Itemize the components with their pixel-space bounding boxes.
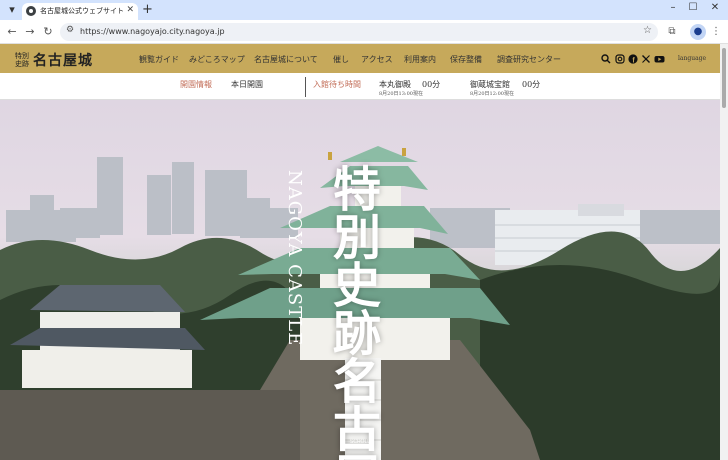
wait-time-label[interactable]: 入館待ち時間 xyxy=(313,79,361,90)
site-header: 特別史跡 名古屋城 観覧ガイド みどころマップ 名古屋城について 催し アクセス… xyxy=(0,44,720,73)
site-logo[interactable]: 名古屋城 xyxy=(33,50,93,70)
globe-icon xyxy=(26,6,36,16)
new-tab-icon[interactable]: + xyxy=(142,2,153,17)
divider xyxy=(305,77,306,97)
browser-menu-icon[interactable]: ⋮ xyxy=(708,24,724,40)
extensions-icon[interactable]: ⧉ xyxy=(664,24,680,40)
search-icon[interactable] xyxy=(601,54,611,64)
info-bar: 開園情報 本日開園 入館待ち時間 本丸御殿 00分 8月20日13:00現在 御… xyxy=(0,73,720,100)
opening-status: 本日開園 xyxy=(231,80,263,89)
browser-toolbar: ← → ↻ ⚙ https://www.nagoyajo.city.nagoya… xyxy=(0,20,728,44)
reload-icon[interactable]: ↻ xyxy=(40,24,56,40)
hero-castle-image: NAGOYA CASTLE 特別史跡名古屋城 SCROLL xyxy=(0,100,720,460)
instagram-icon[interactable] xyxy=(615,54,625,64)
youtube-icon[interactable] xyxy=(654,54,665,64)
menu-item-events[interactable]: 催し xyxy=(333,54,349,65)
wait-updated-time: 8月20日12:00現在 xyxy=(470,91,514,97)
bookmark-star-icon[interactable]: ☆ xyxy=(643,25,652,36)
browser-tab-strip: ▾ 名古屋城公式ウェブサイト ✕ + – ☐ ✕ xyxy=(0,0,728,20)
scroll-indicator[interactable]: SCROLL xyxy=(350,439,370,445)
browser-tab[interactable]: 名古屋城公式ウェブサイト ✕ xyxy=(22,3,138,20)
forward-icon[interactable]: → xyxy=(22,24,38,40)
menu-item-access[interactable]: アクセス xyxy=(361,54,393,65)
tab-search-icon[interactable]: ▾ xyxy=(4,2,20,18)
menu-item-preservation[interactable]: 保存整備 xyxy=(450,54,482,65)
url-text: https://www.nagoyajo.city.nagoya.jp xyxy=(80,27,225,36)
menu-item-map[interactable]: みどころマップ xyxy=(189,54,245,65)
menu-item-research[interactable]: 調査研究センター xyxy=(497,54,561,65)
wait-updated-time: 8月20日13:00現在 xyxy=(379,91,423,97)
language-selector[interactable]: language xyxy=(678,55,706,62)
wait-facility-name: 本丸御殿 xyxy=(379,80,411,89)
site-info-icon[interactable]: ⚙ xyxy=(66,25,74,35)
wait-minutes: 00分 xyxy=(522,80,541,89)
maximize-icon[interactable]: ☐ xyxy=(684,2,702,13)
back-icon[interactable]: ← xyxy=(4,24,20,40)
logo-small-text: 特別史跡 xyxy=(15,52,29,68)
wait-facility-name: 御蔵城宝館 xyxy=(470,80,510,89)
address-bar[interactable]: ⚙ https://www.nagoyajo.city.nagoya.jp ☆ xyxy=(60,23,658,41)
tab-close-icon[interactable]: ✕ xyxy=(126,5,134,15)
hero-english-title: NAGOYA CASTLE xyxy=(284,170,305,347)
tab-title: 名古屋城公式ウェブサイト xyxy=(40,7,124,15)
wait-minutes: 00分 xyxy=(422,80,441,89)
opening-info-label[interactable]: 開園情報 xyxy=(180,79,212,90)
close-window-icon[interactable]: ✕ xyxy=(706,2,724,13)
menu-item-usage[interactable]: 利用案内 xyxy=(404,54,436,65)
facebook-icon[interactable]: f xyxy=(628,54,638,65)
page-scrollbar[interactable] xyxy=(720,44,728,460)
scrollbar-thumb[interactable] xyxy=(722,48,726,108)
minimize-icon[interactable]: – xyxy=(664,2,682,13)
menu-item-about[interactable]: 名古屋城について xyxy=(254,54,318,65)
hero-japanese-title: 特別史跡名古屋城 xyxy=(324,164,380,460)
menu-item-guide[interactable]: 観覧ガイド xyxy=(139,54,179,65)
x-icon[interactable] xyxy=(641,54,651,64)
profile-avatar-icon[interactable]: ● xyxy=(690,24,706,40)
